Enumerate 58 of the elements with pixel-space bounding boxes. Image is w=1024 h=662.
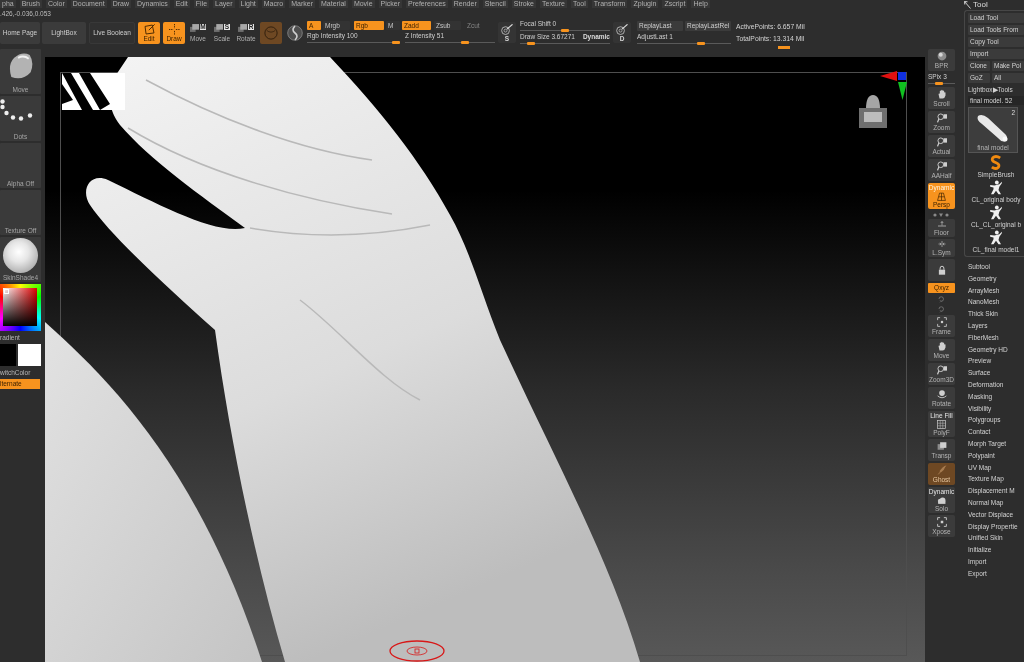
figure-icon bbox=[989, 230, 1003, 245]
lock-icon bbox=[936, 265, 947, 275]
bust-preview-icon[interactable] bbox=[859, 95, 887, 128]
slider-thumb[interactable] bbox=[392, 41, 400, 44]
brush-cursor-icon bbox=[389, 640, 445, 662]
panel-title: Tool bbox=[973, 0, 988, 10]
arrow-icon bbox=[964, 1, 971, 9]
magnifier-icon bbox=[936, 112, 947, 123]
slider-thumb[interactable] bbox=[561, 29, 569, 32]
color-swatch[interactable] bbox=[0, 344, 16, 366]
slider-track[interactable] bbox=[520, 42, 610, 45]
axis-gizmo-icon[interactable] bbox=[880, 71, 907, 100]
frame-corners-icon bbox=[936, 316, 947, 327]
color-picker[interactable] bbox=[0, 284, 41, 331]
stacked-boxes-icon bbox=[238, 23, 248, 32]
slider-track[interactable] bbox=[928, 82, 955, 85]
lock-button[interactable] bbox=[928, 259, 955, 281]
slider-track[interactable] bbox=[520, 29, 610, 32]
feather-icon bbox=[936, 464, 947, 475]
tray-handle[interactable] bbox=[778, 46, 790, 49]
hand-icon bbox=[936, 88, 947, 99]
navigator-thumbnail[interactable] bbox=[62, 73, 125, 110]
shading-sphere-icon[interactable] bbox=[287, 24, 303, 41]
dots-stroke-icon bbox=[0, 99, 34, 121]
magnifier-icon bbox=[936, 364, 947, 375]
floor-arrow-icon bbox=[937, 220, 946, 228]
hand-icon bbox=[936, 340, 947, 351]
sphere-orbit-icon bbox=[936, 388, 947, 399]
layered-squares-icon bbox=[936, 440, 947, 451]
color-swatch[interactable] bbox=[18, 344, 41, 366]
perspective-grid-icon bbox=[937, 191, 946, 201]
slider-thumb[interactable] bbox=[526, 42, 535, 45]
polygon-grid-icon bbox=[937, 419, 946, 429]
cloud-icon bbox=[937, 495, 946, 505]
slider-track[interactable] bbox=[405, 41, 495, 44]
picker-marker-icon[interactable] bbox=[4, 289, 9, 294]
stacked-boxes-icon bbox=[189, 23, 199, 32]
slider-thumb[interactable] bbox=[934, 82, 943, 85]
material-sphere-icon bbox=[3, 238, 38, 273]
slider-track[interactable] bbox=[637, 41, 731, 45]
stacked-boxes-icon bbox=[214, 23, 224, 32]
figure-icon bbox=[989, 205, 1003, 220]
slider-thumb[interactable] bbox=[697, 41, 706, 45]
sphere-icon bbox=[936, 50, 947, 61]
slider-track[interactable] bbox=[307, 41, 400, 44]
expand-corners-icon bbox=[936, 516, 947, 527]
figure-icon bbox=[989, 180, 1003, 195]
brush-target-icon bbox=[616, 23, 628, 35]
brush-target-icon bbox=[501, 23, 513, 35]
magnifier-icon bbox=[936, 136, 947, 147]
brush-swirl-icon bbox=[989, 155, 1003, 170]
model-thumbnail-icon bbox=[976, 113, 1010, 143]
crosshair-icon bbox=[168, 23, 180, 35]
slider-thumb[interactable] bbox=[460, 41, 469, 44]
sphere-outline-icon bbox=[264, 25, 278, 40]
magnifier-icon bbox=[936, 160, 947, 171]
symmetry-arrows-icon bbox=[937, 240, 946, 248]
axis-dots-icon[interactable] bbox=[933, 211, 949, 217]
